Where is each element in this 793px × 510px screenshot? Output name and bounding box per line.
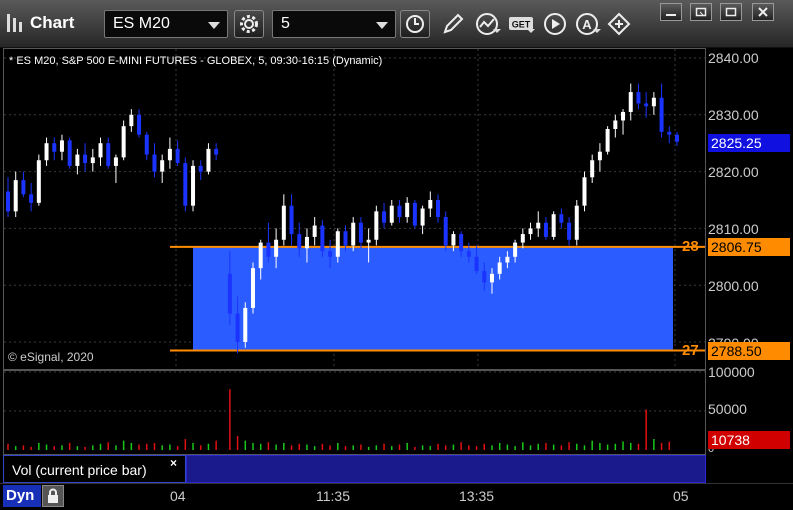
study-scroll-area[interactable]: [186, 455, 706, 483]
lock-button[interactable]: [42, 485, 64, 507]
dynamic-mode-button[interactable]: Dyn: [3, 485, 41, 507]
current-volume-badge: 10738: [708, 431, 790, 449]
time-tick: 11:35: [316, 488, 350, 504]
time-tick: 04: [170, 488, 186, 504]
close-study-icon[interactable]: ×: [170, 456, 177, 470]
time-tick: 05: [673, 488, 689, 504]
volume-chart[interactable]: [0, 0, 793, 510]
volume-tick: 100000: [708, 364, 755, 380]
volume-study-label[interactable]: Vol (current price bar): [12, 462, 147, 478]
time-tick: 13:35: [459, 488, 495, 504]
lock-icon: [48, 488, 58, 503]
volume-tick: 50000: [708, 401, 747, 417]
